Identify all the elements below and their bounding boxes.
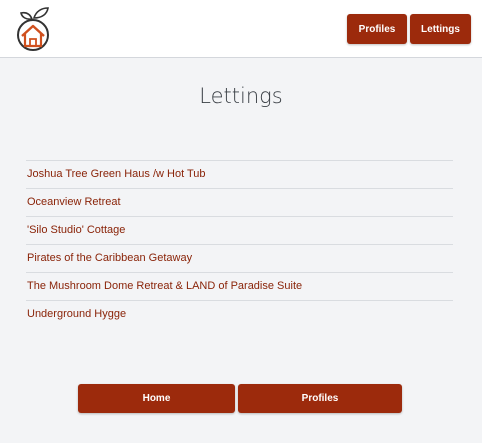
lettings-list: Joshua Tree Green Haus /w Hot Tub Oceanv…	[26, 160, 453, 328]
home-button[interactable]: Home	[78, 384, 235, 413]
nav-lettings-button[interactable]: Lettings	[410, 14, 471, 44]
letting-link-underground-hygge[interactable]: Underground Hygge	[26, 301, 453, 328]
letting-link-silo-studio[interactable]: 'Silo Studio' Cottage	[26, 217, 453, 245]
page-title: Lettings	[199, 84, 283, 108]
letting-link-joshua-tree[interactable]: Joshua Tree Green Haus /w Hot Tub	[26, 161, 453, 189]
letting-link-mushroom-dome[interactable]: The Mushroom Dome Retreat & LAND of Para…	[26, 273, 453, 301]
letting-link-pirates[interactable]: Pirates of the Caribbean Getaway	[26, 245, 453, 273]
header: Profiles Lettings	[0, 0, 482, 58]
letting-link-oceanview[interactable]: Oceanview Retreat	[26, 189, 453, 217]
nav-profiles-button[interactable]: Profiles	[347, 14, 407, 44]
house-with-leaves-icon[interactable]	[14, 6, 52, 52]
profiles-button[interactable]: Profiles	[238, 384, 402, 413]
